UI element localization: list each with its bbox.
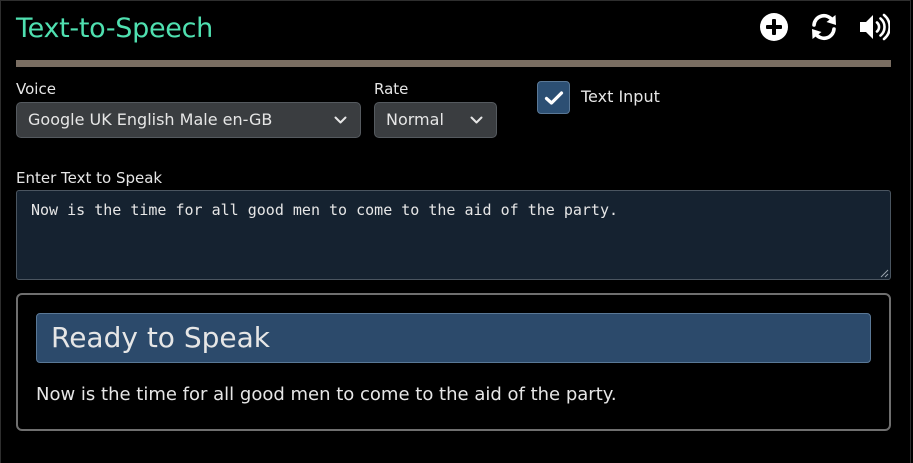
speaker-icon: [860, 13, 890, 41]
voice-select-value: Google UK English Male en-GB: [28, 110, 273, 129]
rate-label: Rate: [374, 80, 409, 98]
rate-select-value: Normal: [386, 110, 444, 129]
chevron-down-icon: [334, 116, 347, 124]
text-input-label: Text Input: [581, 87, 660, 106]
text-entry-textarea[interactable]: Now is the time for all good men to come…: [16, 190, 891, 280]
rate-select[interactable]: Normal: [374, 102, 497, 138]
app-title: Text-to-Speech: [16, 13, 213, 44]
voice-label: Voice: [16, 80, 56, 98]
header-divider: [16, 60, 891, 67]
refresh-icon: [812, 13, 836, 41]
checkmark-icon: [544, 90, 563, 105]
speak-button[interactable]: [858, 11, 890, 43]
header-toolbar: [758, 11, 890, 43]
voice-select[interactable]: Google UK English Male en-GB: [16, 102, 361, 138]
output-panel: Ready to Speak Now is the time for all g…: [16, 293, 891, 431]
output-text: Now is the time for all good men to come…: [36, 384, 617, 405]
tts-panel: Text-to-Speech Voice Google UK English M…: [0, 0, 911, 463]
refresh-button[interactable]: [808, 11, 840, 43]
plus-circle-icon: [760, 13, 788, 41]
text-input-checkbox[interactable]: [537, 81, 570, 114]
status-banner: Ready to Speak: [36, 313, 871, 363]
chevron-down-icon: [470, 116, 483, 124]
text-entry-label: Enter Text to Speak: [16, 169, 163, 187]
resize-grip-icon[interactable]: [879, 268, 889, 278]
add-button[interactable]: [758, 11, 790, 43]
